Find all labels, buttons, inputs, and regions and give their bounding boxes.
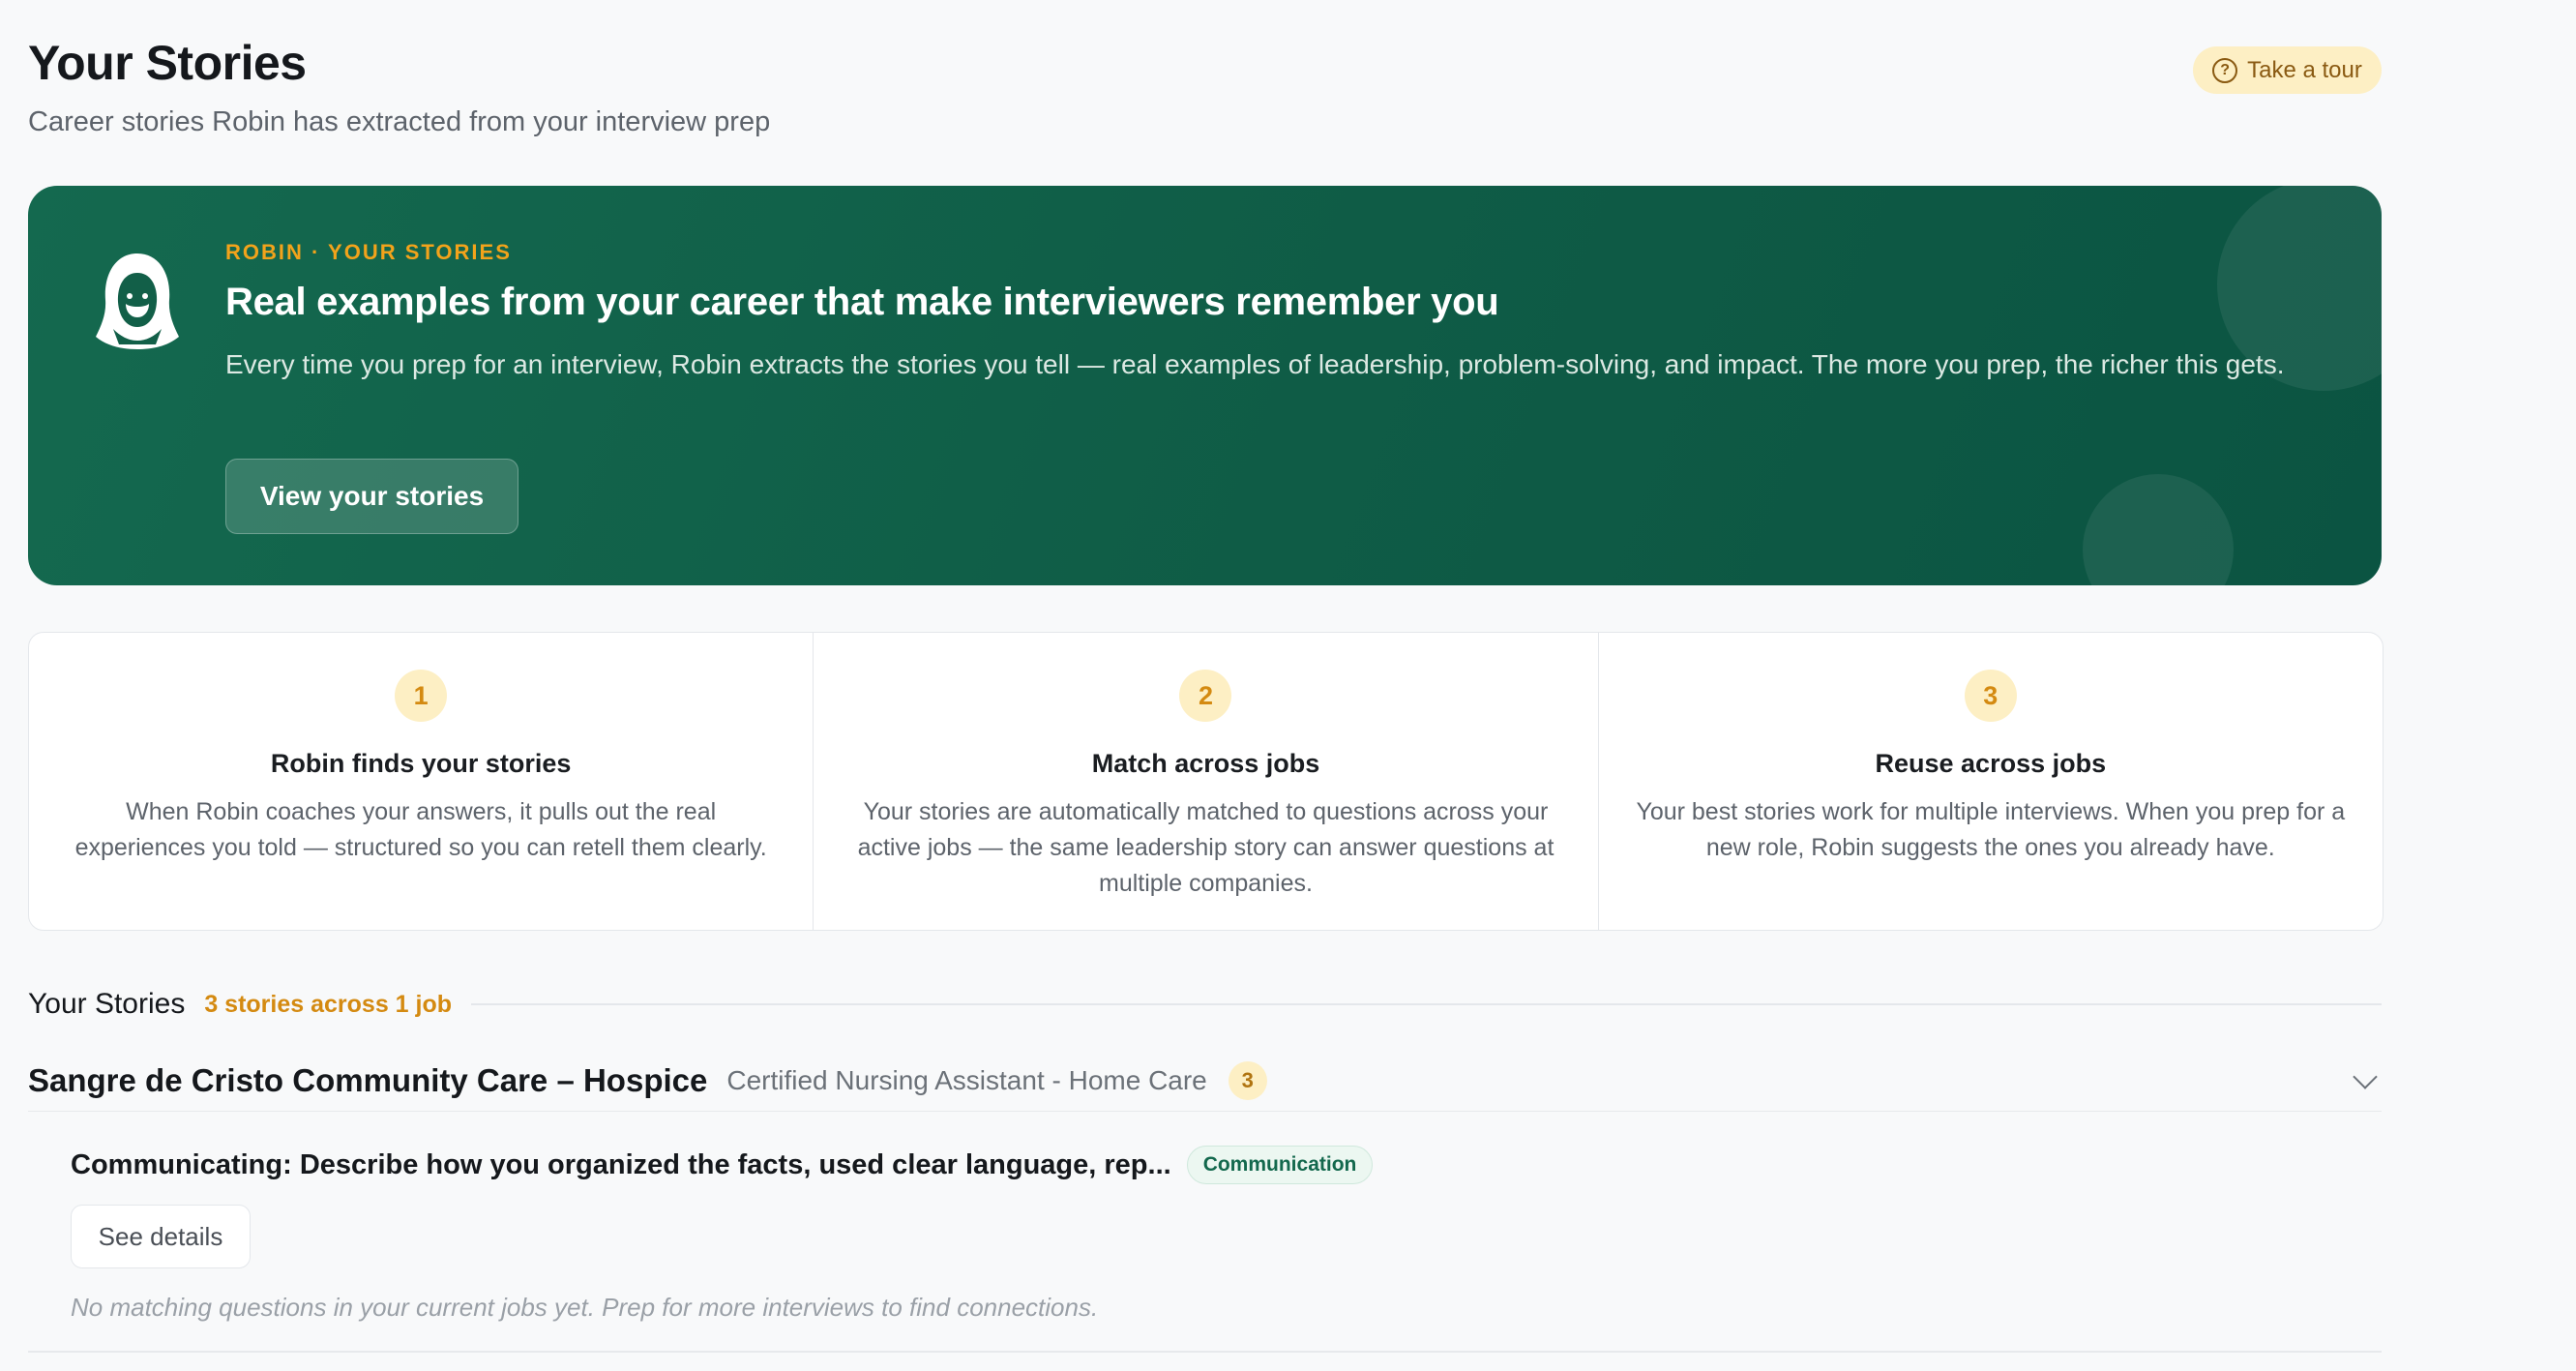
hero-description: Every time you prep for an interview, Ro…: [225, 349, 2285, 379]
company-group-header[interactable]: Sangre de Cristo Community Care – Hospic…: [28, 1051, 2382, 1112]
step-number-badge: 1: [395, 670, 448, 722]
step-title: Reuse across jobs: [1875, 749, 2107, 778]
step-card: 3 Reuse across jobs Your best stories wo…: [1599, 633, 2383, 930]
take-a-tour-label: Take a tour: [2247, 56, 2362, 83]
see-details-button[interactable]: See details: [71, 1205, 251, 1268]
step-card: 2 Match across jobs Your stories are aut…: [814, 633, 1599, 930]
page: Your Stories Career stories Robin has ex…: [0, 0, 2576, 1371]
how-it-works-steps: 1 Robin finds your stories When Robin co…: [28, 632, 2384, 931]
hero-eyebrow: ROBIN · YOUR STORIES: [225, 240, 512, 264]
competency-tag: Communication: [1186, 1146, 1374, 1184]
hooded-robin-icon: [96, 253, 179, 349]
page-title: Your Stories: [28, 36, 307, 90]
divider: [471, 1003, 2382, 1005]
step-description: When Robin coaches your answers, it pull…: [74, 798, 767, 861]
step-title: Robin finds your stories: [270, 749, 572, 778]
view-your-stories-button[interactable]: View your stories: [225, 459, 518, 534]
step-description: Your stories are automatically matched t…: [857, 798, 1554, 897]
job-role: Certified Nursing Assistant - Home Care: [726, 1065, 1207, 1095]
page-subtitle: Career stories Robin has extracted from …: [28, 106, 771, 137]
step-title: Match across jobs: [1091, 749, 1320, 778]
company-name: Sangre de Cristo Community Care – Hospic…: [28, 1062, 708, 1098]
step-card: 1 Robin finds your stories When Robin co…: [29, 633, 814, 930]
story-count-badge: 3: [1228, 1061, 1267, 1100]
divider: [28, 1351, 2382, 1353]
step-number-badge: 2: [1179, 670, 1232, 722]
hero-title: Real examples from your career that make…: [225, 281, 1499, 323]
hero-decor-circle: [2083, 474, 2234, 585]
stories-count: 3 stories across 1 job: [204, 990, 453, 1018]
chevron-down-icon[interactable]: [2353, 1064, 2378, 1089]
step-description: Your best stories work for multiple inte…: [1636, 798, 2346, 861]
story-item: Communicating: Describe how you organize…: [71, 1146, 1374, 1184]
question-circle-icon: ?: [2212, 57, 2238, 83]
no-matches-note: No matching questions in your current jo…: [71, 1293, 1099, 1322]
section-title: Your Stories: [28, 988, 186, 1020]
hero-banner: ROBIN · YOUR STORIES Real examples from …: [28, 186, 2382, 585]
step-number-badge: 3: [1964, 670, 2017, 722]
take-a-tour-button[interactable]: ? Take a tour: [2193, 46, 2382, 94]
story-question: Communicating: Describe how you organize…: [71, 1148, 1171, 1180]
stories-section-header: Your Stories 3 stories across 1 job: [28, 985, 2382, 1024]
